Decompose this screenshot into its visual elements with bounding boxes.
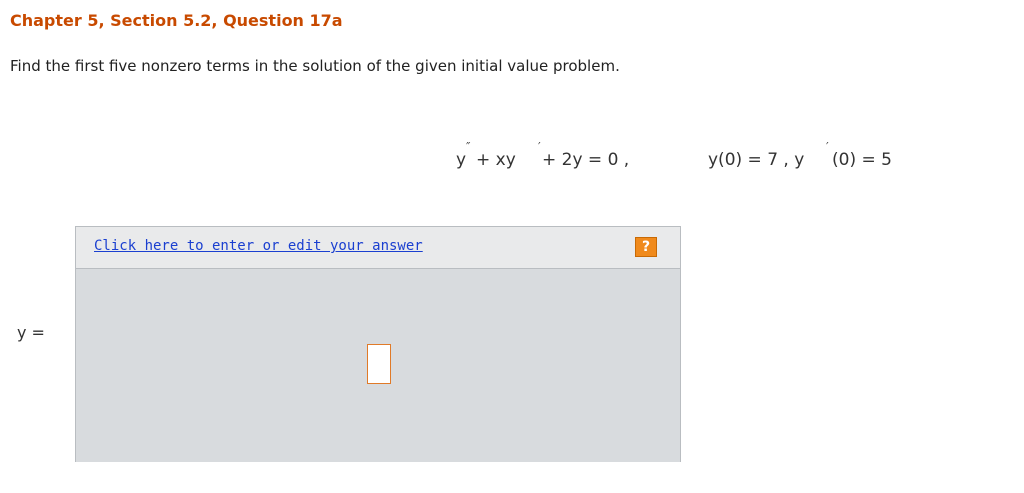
y-equals-label: y = bbox=[17, 323, 45, 342]
enter-answer-link[interactable]: Click here to enter or edit your answer bbox=[94, 238, 423, 254]
equation: y ″ + xy ′ + 2y = 0 , y(0) = 7 , y ′ (0)… bbox=[456, 138, 926, 178]
ode-double-prime: ″ bbox=[466, 140, 471, 154]
question-prompt: Find the first five nonzero terms in the… bbox=[10, 57, 620, 75]
ode-prime: ′ bbox=[538, 140, 541, 154]
initial-condition-2: (0) = 5 bbox=[832, 150, 892, 170]
ode-middle: + xy bbox=[476, 150, 516, 170]
answer-panel: Click here to enter or edit your answer … bbox=[75, 226, 681, 462]
ode-y: y bbox=[456, 150, 467, 170]
ode-end: + 2y = 0 , bbox=[542, 150, 630, 170]
page-title: Chapter 5, Section 5.2, Question 17a bbox=[10, 11, 343, 30]
help-icon[interactable]: ? bbox=[635, 237, 657, 257]
initial-condition-prime: ′ bbox=[826, 140, 829, 154]
answer-panel-header: Click here to enter or edit your answer … bbox=[76, 227, 680, 269]
answer-input-box[interactable] bbox=[367, 344, 391, 384]
initial-condition-1: y(0) = 7 , y bbox=[708, 150, 805, 170]
